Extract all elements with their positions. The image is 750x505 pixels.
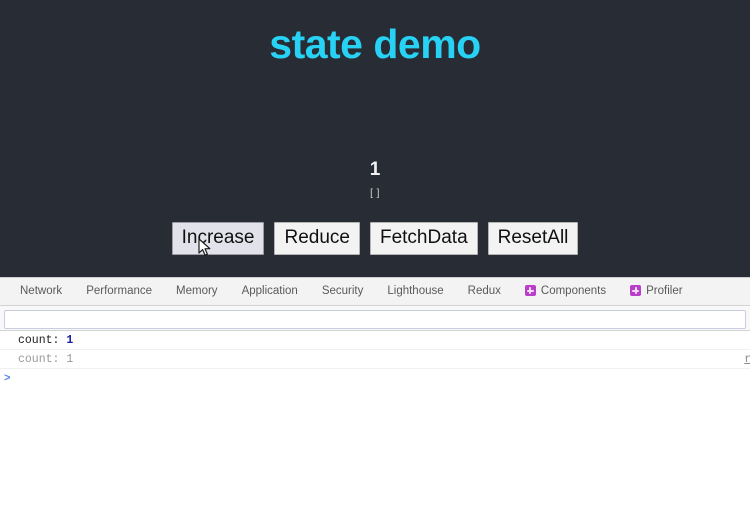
tab-lighthouse-label: Lighthouse: [387, 285, 444, 297]
counter-block: 1 [ ]: [0, 158, 750, 200]
page-title: state demo: [269, 21, 481, 67]
console-message-value: 1: [66, 353, 74, 366]
tab-security[interactable]: Security: [310, 278, 376, 305]
console-filter-input[interactable]: [4, 309, 746, 329]
increase-button[interactable]: Increase: [171, 222, 265, 255]
console-source-link[interactable]: re: [744, 350, 750, 369]
tab-components-label: Components: [540, 285, 607, 297]
tab-performance-label: Performance: [86, 285, 153, 297]
tab-redux-label: Redux: [467, 285, 501, 297]
tab-redux[interactable]: Redux: [456, 278, 513, 305]
tab-application-label: Application: [241, 285, 298, 297]
console-message-key: count:: [18, 353, 60, 366]
console-prompt-row[interactable]: >: [0, 369, 750, 388]
tab-lighthouse[interactable]: Lighthouse: [375, 278, 455, 305]
tab-performance[interactable]: Performance: [74, 278, 164, 305]
tab-network-label: Network: [20, 285, 63, 297]
counter-list: [ ]: [370, 188, 380, 199]
tab-security-label: Security: [321, 285, 364, 297]
devtools-tab-bar: Network Performance Memory Application S…: [0, 278, 750, 306]
console-message-row[interactable]: count: 1: [0, 331, 750, 350]
fetch-data-button[interactable]: FetchData: [369, 222, 478, 255]
tab-profiler[interactable]: Profiler: [618, 278, 694, 305]
action-button-row: Increase Reduce FetchData ResetAll: [0, 222, 750, 255]
console-message-row[interactable]: count: 1 re: [0, 350, 750, 369]
tab-network[interactable]: Network: [0, 278, 74, 305]
tab-memory[interactable]: Memory: [164, 278, 230, 305]
console-output[interactable]: count: 1 count: 1 re >: [0, 331, 750, 505]
react-profiler-icon: [630, 285, 642, 296]
devtools-filter-bar: [0, 306, 750, 331]
counter-value: 1: [369, 159, 381, 180]
devtools-panel: Network Performance Memory Application S…: [0, 277, 750, 505]
reduce-button[interactable]: Reduce: [274, 222, 360, 255]
app-viewport: state demo 1 [ ] Increase Reduce FetchDa…: [0, 0, 750, 277]
tab-profiler-label: Profiler: [646, 285, 683, 297]
react-components-icon: [524, 285, 536, 296]
console-prompt-arrow-icon: >: [4, 373, 11, 385]
tab-memory-label: Memory: [176, 285, 218, 297]
console-message-value: 1: [66, 334, 74, 347]
tab-application[interactable]: Application: [230, 278, 310, 305]
console-message-key: count:: [18, 334, 60, 347]
reset-all-button[interactable]: ResetAll: [487, 222, 579, 255]
tab-components[interactable]: Components: [513, 278, 618, 305]
